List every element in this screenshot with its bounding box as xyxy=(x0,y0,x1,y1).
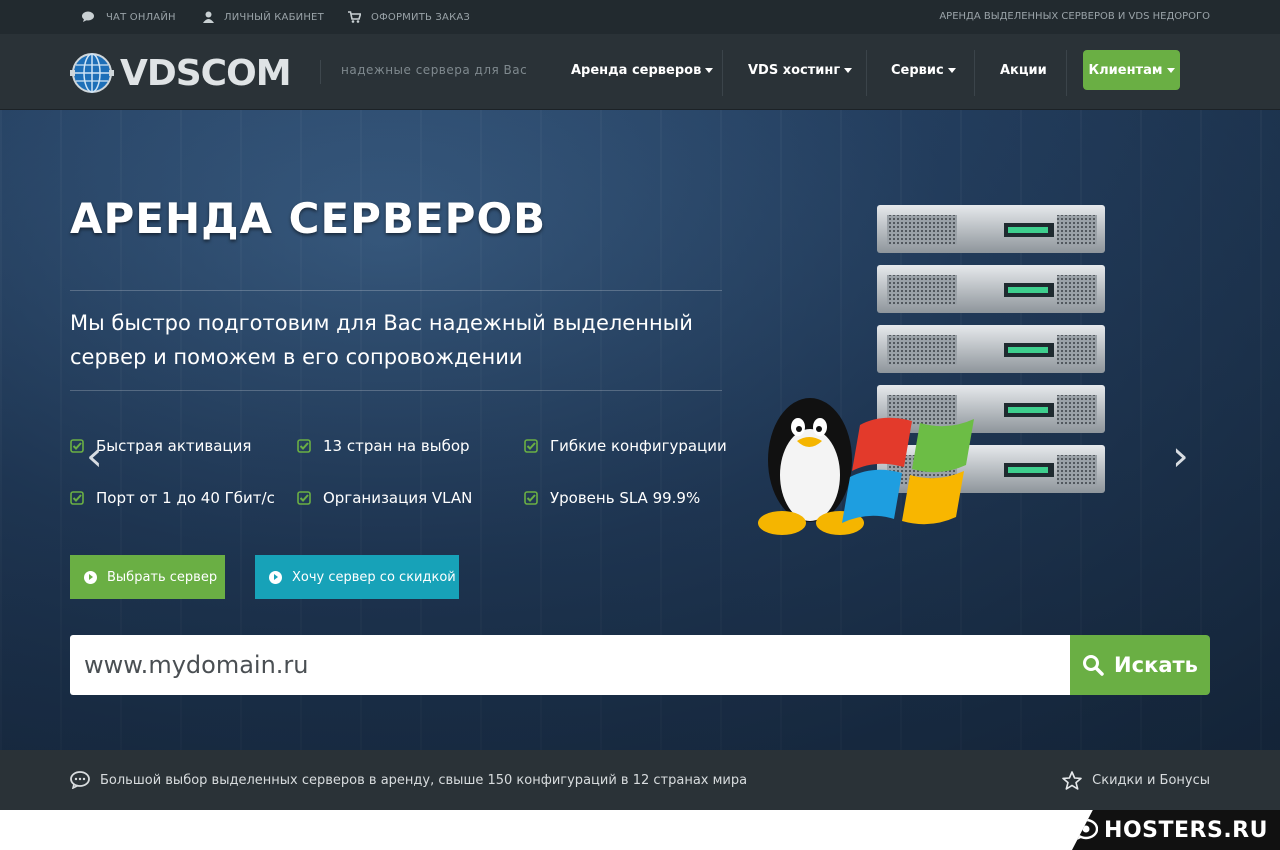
check-icon xyxy=(70,491,84,505)
nav-item-service[interactable]: Сервис xyxy=(891,50,956,90)
info-message: Большой выбор выделенных серверов в арен… xyxy=(70,750,747,810)
logo[interactable]: VDSCOM xyxy=(70,51,292,95)
feature-item: Порт от 1 до 40 Гбит/с xyxy=(70,489,275,507)
cart-icon xyxy=(348,11,361,23)
feature-label: Гибкие конфигурации xyxy=(550,437,727,455)
servers-illustration xyxy=(758,205,1105,535)
caret-down-icon xyxy=(1166,67,1175,73)
feature-label: Порт от 1 до 40 Гбит/с xyxy=(96,489,275,507)
discounts-label: Скидки и Бонусы xyxy=(1092,772,1210,788)
domain-search-input[interactable]: www.mydomain.ru xyxy=(70,635,1070,695)
hero-title: АРЕНДА СЕРВЕРОВ xyxy=(70,194,547,243)
chat-bubble-icon xyxy=(70,771,90,789)
search-icon xyxy=(1083,655,1104,676)
page: ЧАТ ОНЛАЙН ЛИЧНЫЙ КАБИНЕТ ОФОРМИТЬ ЗАКАЗ… xyxy=(0,0,1280,850)
discount-server-button[interactable]: Хочу сервер со скидкой xyxy=(255,555,459,599)
personal-cabinet-link[interactable]: ЛИЧНЫЙ КАБИНЕТ xyxy=(203,0,324,34)
caret-down-icon xyxy=(947,67,956,73)
user-icon xyxy=(203,11,214,23)
place-order-label: ОФОРМИТЬ ЗАКАЗ xyxy=(371,11,471,23)
nav-divider xyxy=(974,50,975,96)
feature-item: Гибкие конфигурации xyxy=(524,437,727,455)
place-order-link[interactable]: ОФОРМИТЬ ЗАКАЗ xyxy=(348,0,470,34)
arrow-circle-icon xyxy=(84,570,97,584)
logo-text: VDSCOM xyxy=(120,52,292,94)
slider-prev-arrow[interactable]: ‹ xyxy=(86,435,103,477)
feature-label: Уровень SLA 99.9% xyxy=(550,489,701,507)
chat-online-label: ЧАТ ОНЛАЙН xyxy=(106,11,176,23)
nav-item-label: VDS хостинг xyxy=(748,62,841,78)
clients-button[interactable]: Клиентам xyxy=(1083,50,1180,90)
nav-item-promotions[interactable]: Акции xyxy=(1000,50,1047,90)
discount-server-label: Хочу сервер со скидкой xyxy=(292,569,456,585)
info-bar: Большой выбор выделенных серверов в арен… xyxy=(0,750,1280,810)
tagline: надежные сервера для Вас xyxy=(320,60,527,84)
server-unit xyxy=(877,385,1105,433)
feature-label: 13 стран на выбор xyxy=(323,437,470,455)
discounts-link[interactable]: Скидки и Бонусы xyxy=(1062,750,1210,810)
globe-logo-icon xyxy=(70,53,114,93)
nav-item-server-rental[interactable]: Аренда серверов xyxy=(571,50,714,90)
check-icon xyxy=(524,439,538,453)
feature-label: Организация VLAN xyxy=(323,489,473,507)
nav-divider xyxy=(1066,50,1067,96)
personal-cabinet-label: ЛИЧНЫЙ КАБИНЕТ xyxy=(224,11,324,23)
star-icon xyxy=(1062,770,1082,790)
main-nav: VDSCOM надежные сервера для Вас Аренда с… xyxy=(0,34,1280,110)
check-icon xyxy=(297,491,311,505)
info-message-text: Большой выбор выделенных серверов в арен… xyxy=(100,772,748,788)
hosters-logo-icon xyxy=(1074,819,1099,840)
caret-down-icon xyxy=(844,67,853,73)
search-button[interactable]: Искать xyxy=(1070,635,1210,695)
hero-banner: АРЕНДА СЕРВЕРОВ Мы быстро подготовим для… xyxy=(0,110,1280,750)
chat-online-link[interactable]: ЧАТ ОНЛАЙН xyxy=(82,0,176,34)
divider xyxy=(70,290,722,291)
feature-item: Уровень SLA 99.9% xyxy=(524,489,700,507)
topbar-slogan: АРЕНДА ВЫДЕЛЕННЫХ СЕРВЕРОВ И VDS НЕДОРОГ… xyxy=(939,11,1210,22)
nav-divider xyxy=(722,50,723,96)
arrow-circle-icon xyxy=(269,570,282,584)
clients-label: Клиентам xyxy=(1088,62,1163,78)
check-icon xyxy=(70,439,84,453)
nav-item-label: Аренда серверов xyxy=(571,62,702,78)
server-unit xyxy=(877,265,1105,313)
server-unit xyxy=(877,205,1105,253)
check-icon xyxy=(297,439,311,453)
divider xyxy=(70,390,722,391)
caret-down-icon xyxy=(705,67,714,73)
watermark-text: HOSTERS.RU xyxy=(1104,817,1268,843)
server-unit xyxy=(877,325,1105,373)
top-bar: ЧАТ ОНЛАЙН ЛИЧНЫЙ КАБИНЕТ ОФОРМИТЬ ЗАКАЗ… xyxy=(0,0,1280,34)
feature-item: Организация VLAN xyxy=(297,489,472,507)
slider-next-arrow[interactable]: › xyxy=(1172,435,1189,477)
nav-item-label: Акции xyxy=(1000,62,1047,78)
check-icon xyxy=(524,491,538,505)
hero-subtitle: Мы быстро подготовим для Вас надежный вы… xyxy=(70,311,693,369)
nav-item-vds-hosting[interactable]: VDS хостинг xyxy=(748,50,853,90)
nav-divider xyxy=(866,50,867,96)
feature-item: 13 стран на выбор xyxy=(297,437,470,455)
hosters-watermark: HOSTERS.RU xyxy=(1072,810,1280,850)
nav-item-label: Сервис xyxy=(891,62,944,78)
choose-server-label: Выбрать сервер xyxy=(107,569,218,585)
feature-label: Быстрая активация xyxy=(96,437,252,455)
search-button-label: Искать xyxy=(1114,653,1198,677)
chat-icon xyxy=(82,11,94,22)
choose-server-button[interactable]: Выбрать сервер xyxy=(70,555,225,599)
